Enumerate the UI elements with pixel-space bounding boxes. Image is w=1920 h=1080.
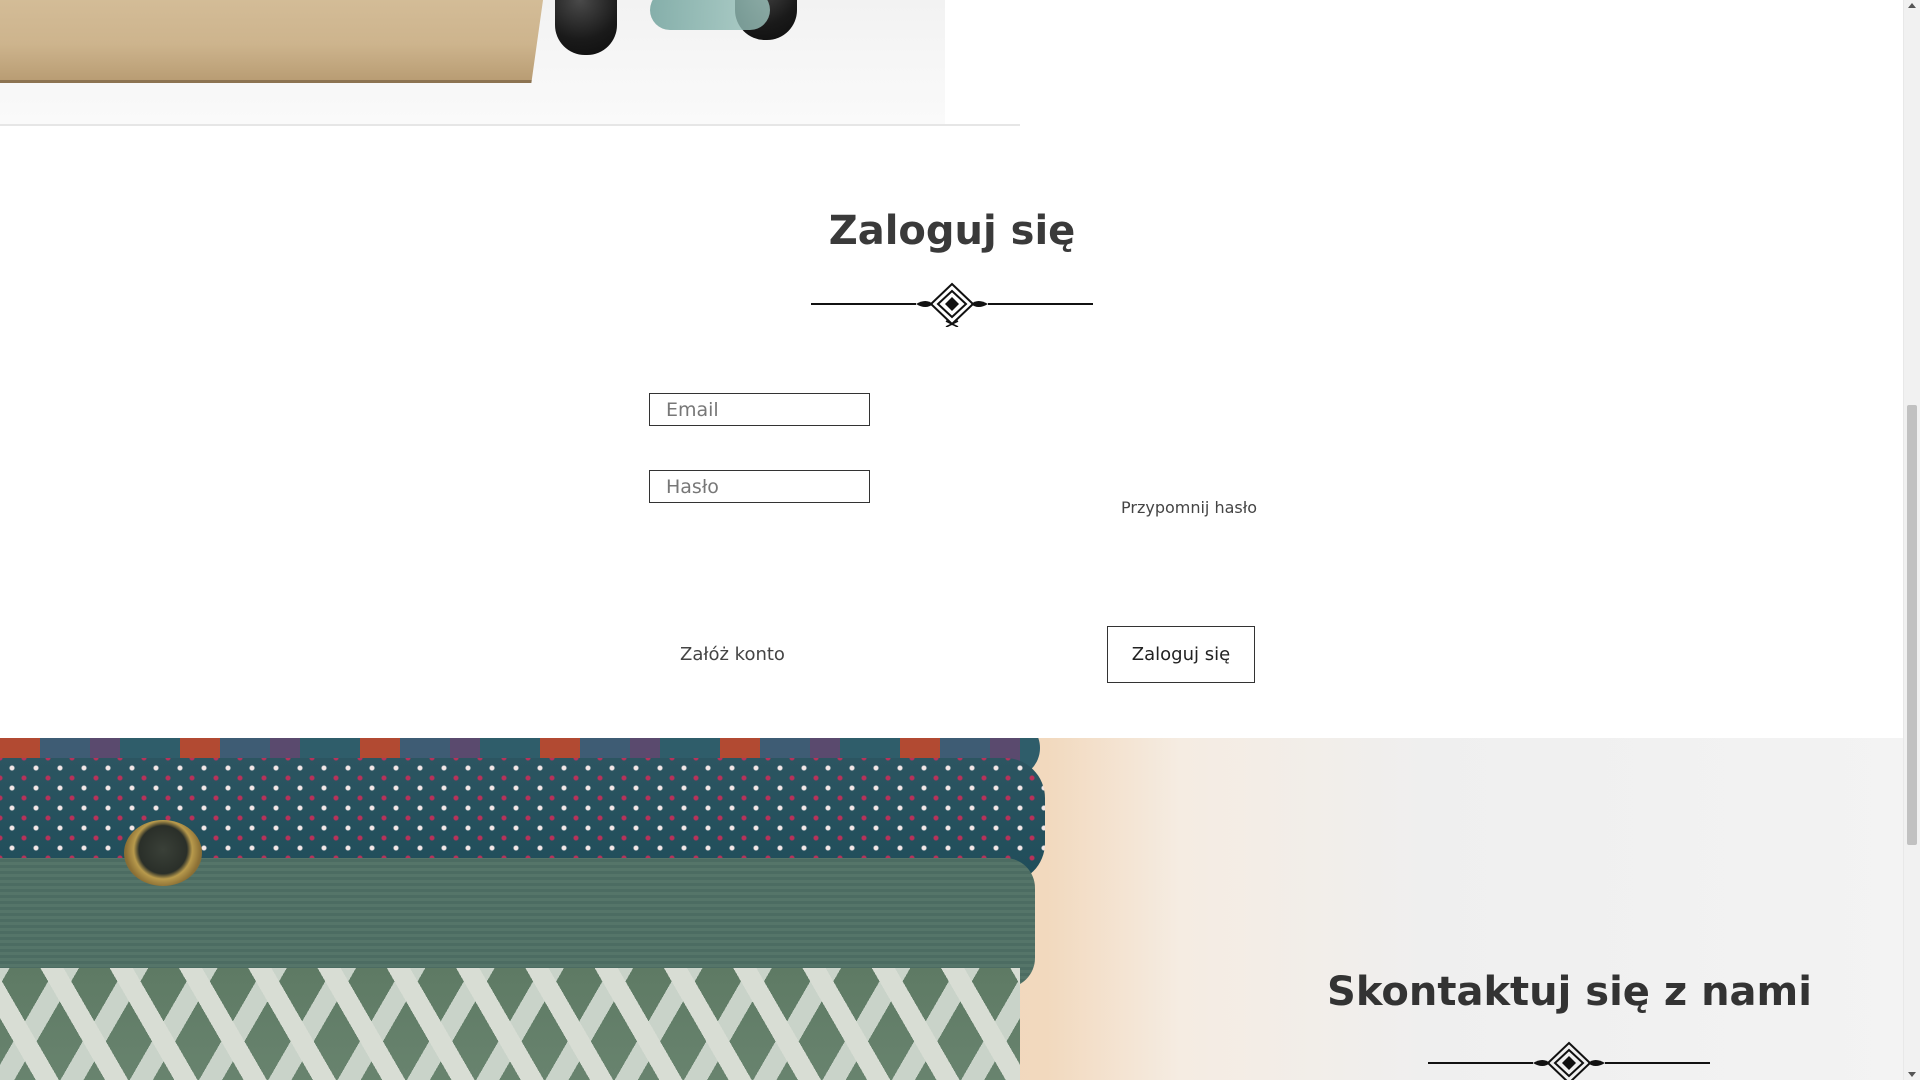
decorative-divider-icon <box>811 282 1093 327</box>
vertical-scrollbar[interactable] <box>1903 0 1920 1080</box>
register-link[interactable]: Załóż konto <box>680 644 785 665</box>
chevron-down-icon[interactable] <box>1908 1072 1916 1077</box>
hero-image-top <box>0 0 945 125</box>
login-button[interactable]: Zaloguj się <box>1107 626 1255 683</box>
dark-object-image <box>555 0 617 55</box>
email-field[interactable] <box>649 393 870 426</box>
sweaters-image <box>0 738 1050 1080</box>
chevron-up-icon[interactable] <box>1908 3 1916 8</box>
login-title: Zaloguj się <box>828 208 1076 254</box>
hero-divider <box>0 124 1020 126</box>
cardboard-box-image <box>0 0 549 83</box>
page: Zaloguj się Przypomnij hasło Załóż konto… <box>0 0 1920 1080</box>
contact-title: Skontaktuj się z nami <box>1327 969 1812 1015</box>
password-field[interactable] <box>649 470 870 503</box>
sweater-image <box>0 968 1020 1080</box>
scrollbar-thumb[interactable] <box>1907 405 1917 845</box>
sweater-button-image <box>124 820 202 886</box>
teal-object-image <box>650 0 770 30</box>
contact-section <box>0 738 1904 1080</box>
decorative-divider-icon <box>1428 1041 1710 1080</box>
forgot-password-link[interactable]: Przypomnij hasło <box>1121 498 1257 517</box>
